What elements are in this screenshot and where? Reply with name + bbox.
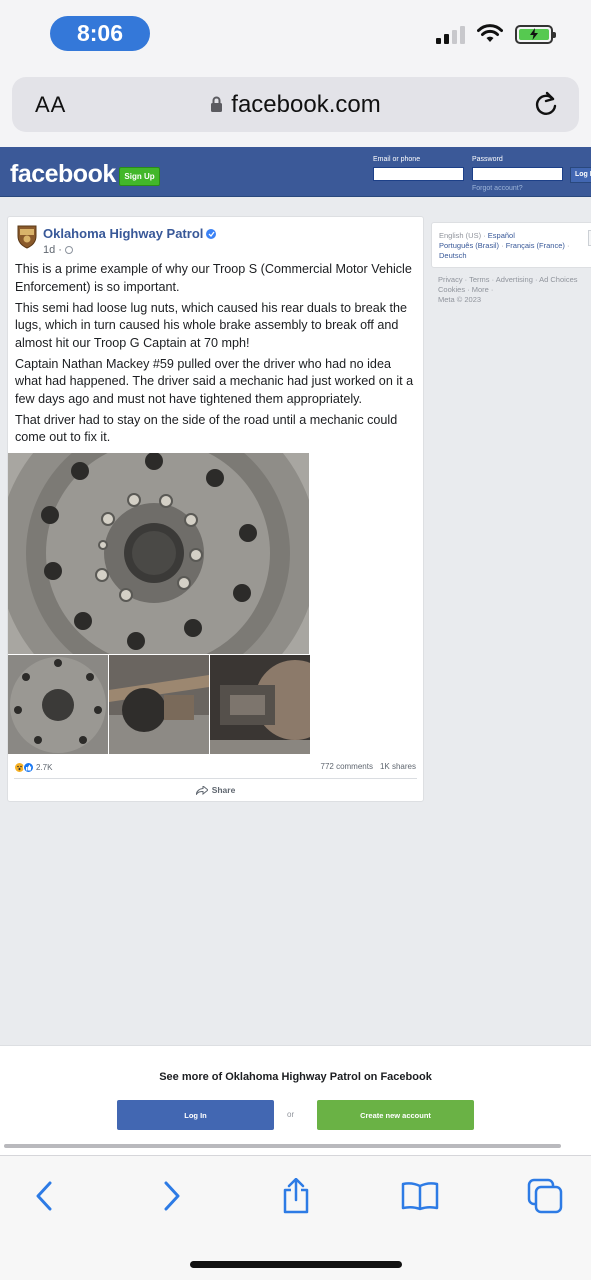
meta-separator: · [58,244,62,256]
login-prompt-title: See more of Oklahoma Highway Patrol on F… [159,1071,432,1083]
chevron-left-icon [36,1181,52,1211]
reaction-summary[interactable]: 2.7K [14,762,52,773]
share-arrow-icon [195,785,208,795]
cellular-signal-icon [436,24,465,44]
post-paragraph: This semi had loose lug nuts, which caus… [15,300,408,350]
share-button[interactable]: Share [8,785,423,795]
post-paragraph: Captain Nathan Mackey #59 pulled over th… [15,356,414,406]
page-name: Oklahoma Highway Patrol [43,226,204,241]
ios-browser-top: 8:06 AA facebook.com [0,0,591,147]
facebook-logo[interactable]: facebook [10,160,116,189]
prompt-login-button[interactable]: Log In [117,1100,274,1130]
footer-links-row-2[interactable]: Cookies · More · [438,285,591,295]
post-time[interactable]: 1d [43,244,55,256]
footer-links-row-1[interactable]: Privacy · Terms · Advertising · Ad Choic… [438,275,591,285]
battery-charging-icon [515,24,556,44]
language-link[interactable]: Español [488,231,515,240]
like-reaction-icon [23,762,34,773]
post-photo-thumb-2[interactable] [109,655,209,754]
email-field[interactable] [373,167,464,181]
reload-icon[interactable] [533,90,559,118]
engagement-counts: 772 comments 1K shares [321,762,417,771]
share-label: Share [211,785,236,795]
share-icon [283,1178,309,1214]
forgot-account-link[interactable]: Forgot account? [472,185,523,192]
password-field[interactable] [472,167,563,181]
chevron-right-icon [164,1181,180,1211]
back-button[interactable] [24,1178,64,1214]
login-prompt-banner: See more of Oklahoma Highway Patrol on F… [0,1045,591,1155]
post-text: This is a prime example of why our Troop… [15,261,419,450]
language-link[interactable]: Français (France) [506,241,565,250]
post-paragraph: That driver had to stay on the side of t… [15,412,398,445]
address-bar[interactable]: AA facebook.com [12,77,579,132]
lock-icon [211,96,223,112]
url-display[interactable]: facebook.com [12,91,579,119]
globe-icon [64,246,73,254]
comments-count[interactable]: 772 comments [321,762,373,771]
current-language: English (US) [439,231,482,240]
copyright: Meta © 2023 [438,295,482,304]
safari-toolbar [0,1155,591,1280]
facebook-header: facebook Sign Up Email or phone Password… [0,147,591,197]
share-sheet-button[interactable] [276,1178,316,1214]
reaction-count: 2.7K [36,763,53,772]
post-divider [14,778,417,779]
horizontal-scrollbar[interactable] [4,1144,561,1148]
forward-button[interactable] [152,1178,192,1214]
status-icons [436,24,556,44]
post-meta: 1d · [43,244,73,256]
language-link[interactable]: Deutsch [439,251,467,260]
tabs-button[interactable] [525,1178,565,1214]
page-name-link[interactable]: Oklahoma Highway Patrol [43,226,217,241]
wifi-icon [477,24,503,42]
tabs-icon [527,1178,563,1214]
shares-count[interactable]: 1K shares [380,762,416,771]
email-label: Email or phone [373,156,421,163]
post-card: Oklahoma Highway Patrol 1d · This is a p… [7,216,424,802]
language-selector: English (US) · Español Português (Brasil… [431,222,591,268]
create-account-button[interactable]: Create new account [317,1100,474,1130]
language-link[interactable]: Português (Brasil) [439,241,499,250]
sign-up-button[interactable]: Sign Up [119,167,160,186]
or-separator: or [287,1110,295,1119]
status-time: 8:06 [50,16,150,51]
password-label: Password [472,156,503,163]
post-photo-wheel[interactable] [8,453,309,654]
footer-links: Privacy · Terms · Advertising · Ad Choic… [438,275,591,305]
header-login-button[interactable]: Log In [570,167,591,183]
book-icon [401,1182,439,1211]
page-avatar[interactable] [16,224,38,249]
post-photo-thumb-3[interactable] [210,655,310,754]
bookmarks-button[interactable] [400,1178,440,1214]
url-text: facebook.com [231,90,381,118]
post-photo-thumb-1[interactable] [8,655,108,754]
post-paragraph: This is a prime example of why our Troop… [15,262,412,294]
verified-badge-icon [206,228,217,239]
home-indicator[interactable] [190,1261,402,1268]
